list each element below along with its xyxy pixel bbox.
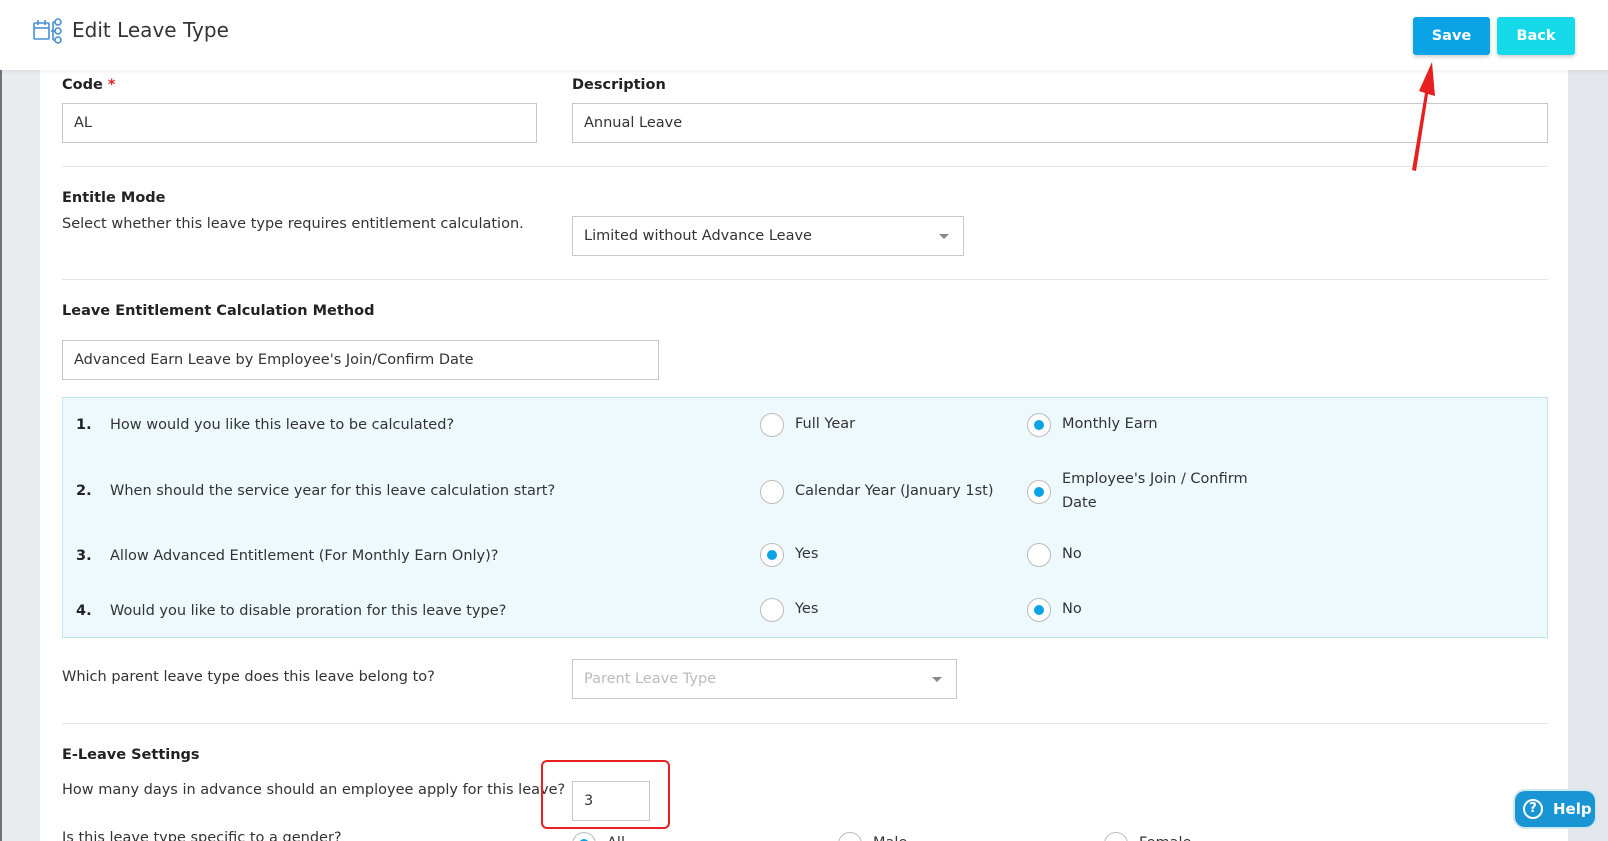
parent-leave-type-select[interactable]: Parent Leave Type	[572, 659, 957, 699]
question-text: Would you like to disable proration for …	[110, 603, 507, 619]
code-input[interactable]: AL	[62, 103, 537, 143]
radio-join-confirm-date[interactable]	[1027, 480, 1051, 504]
code-label: Code *	[62, 77, 116, 93]
caret-down-icon	[932, 677, 942, 682]
gender-question: Is this leave type specific to a gender?	[62, 830, 342, 841]
advance-question: How many days in advance should an emplo…	[62, 782, 566, 798]
question-icon: ?	[1523, 799, 1543, 819]
annotation-arrow	[1412, 62, 1435, 171]
annotation-highlight-box	[541, 760, 670, 829]
entitle-mode-label: Entitle Mode	[62, 190, 166, 206]
radio-advanced-no[interactable]	[1027, 543, 1051, 567]
radio-full-year[interactable]	[760, 413, 784, 437]
description-input[interactable]: Annual Leave	[572, 103, 1548, 143]
divider	[62, 166, 1548, 167]
back-button[interactable]: Back	[1497, 17, 1575, 55]
radio-label: Yes	[795, 546, 819, 562]
question-text: How would you like this leave to be calc…	[110, 417, 455, 433]
page-edge	[0, 70, 2, 841]
question-text: When should the service year for this le…	[110, 483, 556, 499]
radio-label: Monthly Earn	[1062, 416, 1158, 432]
help-label: Help	[1553, 800, 1592, 818]
eleave-settings-label: E-Leave Settings	[62, 747, 200, 763]
calc-method-field[interactable]: Advanced Earn Leave by Employee's Join/C…	[62, 340, 659, 380]
entitle-mode-help: Select whether this leave type requires …	[62, 216, 524, 232]
help-button[interactable]: ? Help	[1515, 791, 1595, 827]
question-number: 4.	[76, 603, 92, 619]
radio-monthly-earn[interactable]	[1027, 413, 1051, 437]
radio-label: Calendar Year (January 1st)	[795, 483, 994, 499]
page-title: Edit Leave Type	[72, 18, 229, 42]
required-marker: *	[107, 77, 116, 93]
divider	[62, 279, 1548, 280]
radio-label: Female	[1139, 831, 1191, 841]
save-button[interactable]: Save	[1413, 17, 1490, 55]
radio-label: Employee's Join / Confirm Date	[1062, 471, 1248, 511]
parent-question: Which parent leave type does this leave …	[62, 669, 435, 685]
caret-down-icon	[939, 234, 949, 239]
radio-proration-yes[interactable]	[760, 598, 784, 622]
radio-label: No	[1062, 546, 1082, 562]
radio-advanced-yes[interactable]	[760, 543, 784, 567]
radio-label: All	[607, 831, 625, 841]
radio-label: Full Year	[795, 416, 856, 432]
entitle-mode-value: Limited without Advance Leave	[584, 228, 812, 244]
page-scroll-gutter	[1568, 70, 1608, 841]
page-header: Edit Leave Type Save Back	[0, 0, 1608, 70]
divider	[62, 723, 1548, 724]
radio-proration-no[interactable]	[1027, 598, 1051, 622]
question-text: Allow Advanced Entitlement (For Monthly …	[110, 548, 499, 564]
calc-method-label: Leave Entitlement Calculation Method	[62, 303, 375, 319]
radio-label: No	[1062, 601, 1082, 617]
question-number: 2.	[76, 483, 92, 499]
question-number: 3.	[76, 548, 92, 564]
description-label: Description	[572, 77, 666, 93]
radio-label: Yes	[795, 601, 819, 617]
entitle-mode-select[interactable]: Limited without Advance Leave	[572, 216, 964, 256]
leave-type-icon	[33, 18, 62, 44]
question-number: 1.	[76, 417, 92, 433]
parent-leave-type-placeholder: Parent Leave Type	[584, 671, 717, 687]
radio-label: Male	[873, 831, 907, 841]
radio-calendar-year[interactable]	[760, 480, 784, 504]
